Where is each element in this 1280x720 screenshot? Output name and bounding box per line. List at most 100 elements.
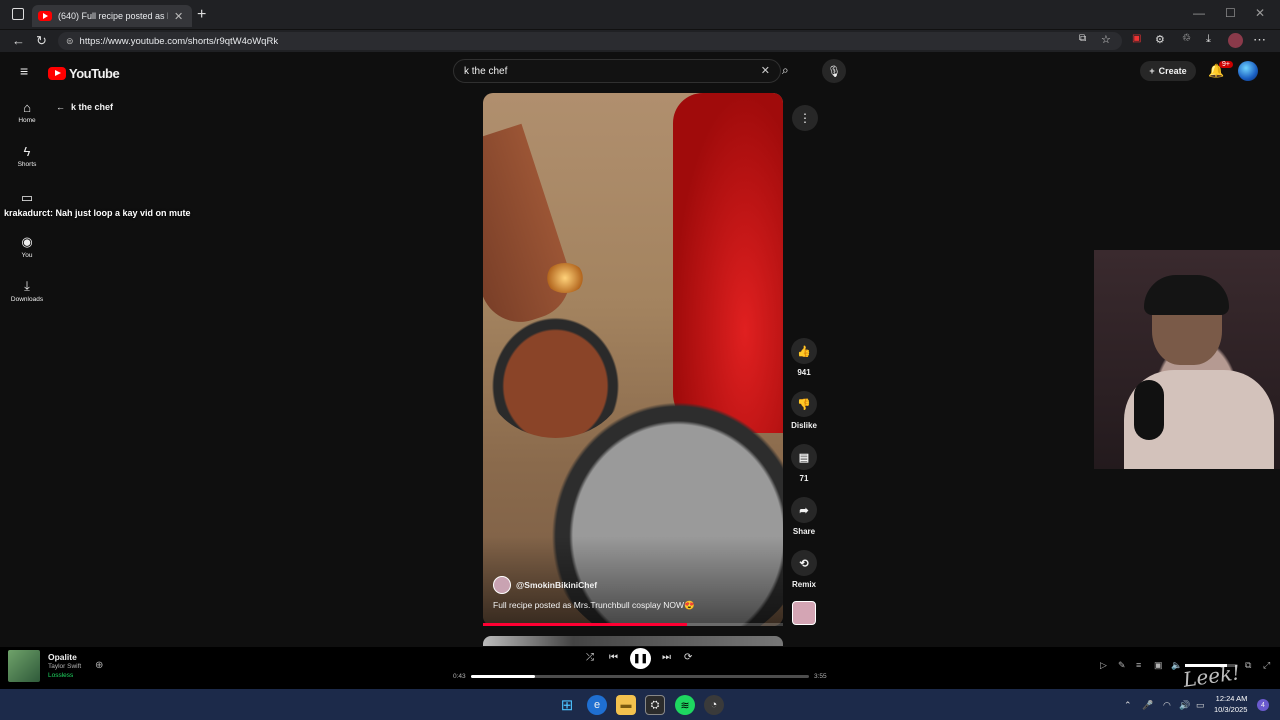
create-label: Create xyxy=(1158,66,1187,76)
close-window-icon[interactable]: ✕ xyxy=(1255,6,1265,20)
back-to-search[interactable]: ← k the chef xyxy=(56,102,113,112)
webcam-person-cap xyxy=(1144,275,1229,315)
connect-device-icon[interactable]: ▣ xyxy=(1154,660,1163,671)
volume-icon[interactable]: 🔈 xyxy=(1171,660,1182,671)
downloads-icon[interactable]: ⤓ xyxy=(1206,33,1211,46)
clock-date: 10/3/2025 xyxy=(1214,705,1248,714)
repeat-icon[interactable]: ⟳ xyxy=(684,652,692,663)
pause-button[interactable]: ❚❚ xyxy=(630,648,651,669)
fullscreen-icon[interactable]: ⤢ xyxy=(1263,660,1270,671)
notification-badge: 9+ xyxy=(1219,61,1233,68)
create-button[interactable]: + Create xyxy=(1140,61,1196,81)
browser-toolbar: ← ↻ ⊜ https://www.youtube.com/shorts/r9q… xyxy=(0,30,1280,52)
new-tab-button[interactable]: + xyxy=(197,6,206,24)
hamburger-menu-icon[interactable]: ≡ xyxy=(20,63,28,79)
youtube-header: ≡ YouTube k the chef ✕ ⌕ 🎙 + Create 🔔 9+ xyxy=(6,55,1274,89)
youtube-play-icon xyxy=(48,67,66,80)
clock-time: 12:24 AM xyxy=(1215,694,1248,703)
nav-downloads-label: Downloads xyxy=(10,296,44,303)
search-icon[interactable]: ⌕ xyxy=(782,63,789,78)
browser-menu-icon[interactable]: ⋯ xyxy=(1253,32,1266,48)
playback-seek-bar[interactable] xyxy=(471,675,809,678)
nav-shorts[interactable]: ϟ Shorts xyxy=(6,144,48,168)
notification-center-icon[interactable]: 4 xyxy=(1257,699,1269,711)
extensions-puzzle-icon[interactable]: ⚙ xyxy=(1155,33,1165,46)
lyrics-icon[interactable]: ✎ xyxy=(1118,660,1126,671)
song-artist[interactable]: Taylor Swift xyxy=(48,663,81,670)
remix-button[interactable]: ⟲ Remix xyxy=(790,550,818,589)
address-bar[interactable]: ⊜ https://www.youtube.com/shorts/r9qtW4o… xyxy=(58,32,1122,50)
channel-name[interactable]: @SmokinBikiniChef xyxy=(516,580,597,590)
minimize-icon[interactable]: — xyxy=(1193,6,1205,20)
shorts-video-player[interactable] xyxy=(483,93,783,626)
comments-button[interactable]: ▤ 71 xyxy=(790,444,818,483)
miniplayer-icon[interactable]: ⧉ xyxy=(1245,660,1251,671)
obs-icon[interactable]: ◔ xyxy=(704,695,724,715)
clear-search-icon[interactable]: ✕ xyxy=(761,64,770,77)
nav-you[interactable]: ◉ You xyxy=(6,234,48,259)
next-short-preview[interactable] xyxy=(483,636,783,646)
windows-start-icon[interactable]: ⊞ xyxy=(557,695,577,715)
search-input[interactable]: k the chef ✕ xyxy=(453,59,781,83)
thumbs-up-icon: 👍 xyxy=(791,338,817,364)
home-icon: ⌂ xyxy=(23,100,31,115)
browser-tab-youtube[interactable]: (640) Full recipe posted as Mrs.Tr ✕ xyxy=(32,5,192,27)
song-title[interactable]: Opalite xyxy=(48,652,77,662)
youtube-logo[interactable]: YouTube xyxy=(48,66,120,81)
tray-overflow-icon[interactable]: ⌃ xyxy=(1124,700,1132,711)
favorite-star-icon[interactable]: ☆ xyxy=(1101,33,1111,46)
video-frame-bowl xyxy=(483,123,581,333)
back-label: k the chef xyxy=(71,102,114,112)
sound-thumbnail[interactable] xyxy=(792,601,816,625)
reload-icon[interactable]: ↻ xyxy=(36,33,47,49)
nav-home[interactable]: ⌂ Home xyxy=(6,100,48,124)
search-query: k the chef xyxy=(464,65,508,77)
share-button[interactable]: ➦ Share xyxy=(790,497,818,536)
more-options-icon[interactable]: ⋮ xyxy=(792,105,818,131)
edge-browser-icon[interactable]: e xyxy=(587,695,607,715)
like-button[interactable]: 👍 941 xyxy=(790,338,818,377)
video-progress-bar[interactable] xyxy=(483,623,783,626)
spotify-icon[interactable]: ≋ xyxy=(675,695,695,715)
nav-subscriptions[interactable]: ▭ xyxy=(6,190,48,208)
arrow-left-icon: ← xyxy=(56,102,65,112)
album-art[interactable] xyxy=(8,650,40,682)
extension-icon[interactable]: ▣ xyxy=(1132,33,1141,44)
maximize-icon[interactable]: ☐ xyxy=(1225,6,1236,20)
close-tab-icon[interactable]: ✕ xyxy=(174,10,183,23)
profile-avatar[interactable] xyxy=(1228,33,1243,48)
share-label: Share xyxy=(792,527,816,536)
account-avatar[interactable] xyxy=(1238,61,1258,81)
shuffle-icon[interactable]: ⤮ xyxy=(586,652,594,663)
channel-info[interactable]: @SmokinBikiniChef xyxy=(493,576,597,594)
now-playing-view-icon[interactable]: ▷ xyxy=(1100,660,1107,671)
video-caption[interactable]: Full recipe posted as Mrs.Trunchbull cos… xyxy=(493,600,695,611)
steam-icon[interactable]: ⛭ xyxy=(645,695,665,715)
collections-icon[interactable]: ♲ xyxy=(1182,33,1191,44)
account-icon: ◉ xyxy=(21,234,33,249)
dislike-button[interactable]: 👎 Dislike xyxy=(788,391,820,430)
site-info-icon[interactable]: ⊜ xyxy=(66,36,74,47)
nav-downloads[interactable]: ⤓ Downloads xyxy=(6,278,48,303)
like-count: 941 xyxy=(797,368,811,377)
system-clock[interactable]: 12:24 AM 10/3/2025 xyxy=(1214,693,1247,715)
nav-shorts-label: Shorts xyxy=(17,161,37,168)
tab-actions-icon[interactable] xyxy=(12,8,24,20)
add-to-library-icon[interactable]: ⊕ xyxy=(95,660,103,671)
back-icon[interactable]: ← xyxy=(12,33,25,48)
file-explorer-icon[interactable]: ▬ xyxy=(616,695,636,715)
wifi-icon[interactable]: ◠ xyxy=(1163,700,1171,711)
battery-icon[interactable]: ▭ xyxy=(1196,700,1205,711)
previous-track-icon[interactable]: ⏮ xyxy=(609,652,618,663)
split-screen-icon[interactable]: ⧉ xyxy=(1079,33,1086,44)
voice-search-icon[interactable]: 🎙 xyxy=(822,59,846,83)
quality-badge: Lossless xyxy=(48,672,74,679)
speaker-tray-icon[interactable]: 🔊 xyxy=(1179,700,1190,711)
webcam-microphone xyxy=(1134,380,1164,440)
next-track-icon[interactable]: ⏭ xyxy=(662,652,671,663)
download-icon: ⤓ xyxy=(24,278,30,293)
queue-icon[interactable]: ≡ xyxy=(1136,660,1141,670)
channel-avatar[interactable] xyxy=(493,576,511,594)
url-text: https://www.youtube.com/shorts/r9qtW4oWq… xyxy=(79,35,279,47)
mic-tray-icon[interactable]: 🎤 xyxy=(1142,700,1153,711)
